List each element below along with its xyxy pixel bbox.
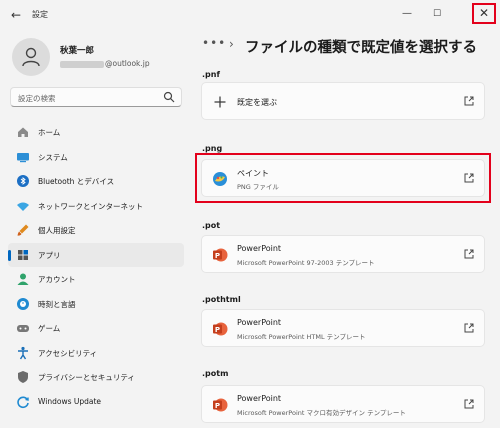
powerpoint-icon: P — [213, 322, 228, 336]
time-language-icon — [17, 297, 29, 310]
extension-label: .png — [202, 144, 223, 153]
external-link-icon — [464, 249, 474, 259]
extension-label: .pothtml — [202, 295, 241, 304]
system-icon — [17, 152, 29, 162]
bluetooth-icon — [17, 175, 29, 187]
sidebar-item-time-language[interactable]: 時刻と言語 — [8, 292, 184, 317]
file-type-description: Microsoft PowerPoint マクロ有効デザイン テンプレート — [237, 409, 406, 417]
personalization-icon — [17, 224, 29, 236]
sidebar-item-apps[interactable]: アプリ — [8, 242, 184, 267]
svg-text:P: P — [215, 326, 220, 334]
file-type-description: Microsoft PowerPoint HTML テンプレート — [237, 333, 366, 341]
search-input[interactable]: 設定の検索 — [10, 87, 182, 107]
sidebar-item-label: アプリ — [38, 250, 61, 260]
window-title: 設定 — [32, 10, 48, 19]
sidebar-item-label: アクセシビリティ — [38, 348, 98, 358]
file-type-description: Microsoft PowerPoint 97-2003 テンプレート — [237, 259, 375, 267]
account-icon — [17, 273, 29, 285]
sidebar-item-label: システム — [38, 152, 68, 162]
sidebar-item-home[interactable]: ホーム — [8, 120, 184, 145]
user-profile: 秋葉一郎 @outlook.jp — [12, 38, 192, 78]
windows-update-icon — [17, 395, 29, 408]
apps-icon — [18, 249, 28, 260]
search-placeholder: 設定の検索 — [18, 94, 56, 103]
sidebar-item-bluetooth[interactable]: Bluetooth とデバイス — [8, 169, 184, 194]
sidebar-item-privacy[interactable]: プライバシーとセキュリティ — [8, 365, 184, 390]
sidebar-item-label: ゲーム — [38, 324, 61, 333]
svg-text:P: P — [215, 252, 220, 260]
avatar[interactable] — [12, 38, 50, 76]
accessibility-icon — [18, 346, 28, 359]
powerpoint-icon: P — [213, 398, 228, 412]
minimize-button[interactable]: — — [396, 4, 418, 24]
back-button[interactable]: ← — [6, 5, 26, 25]
default-app-card-potm[interactable]: P PowerPoint Microsoft PowerPoint マクロ有効デ… — [201, 385, 485, 423]
extension-label: .pot — [202, 221, 221, 230]
app-name: 既定を選ぶ — [237, 98, 277, 107]
gaming-icon — [17, 325, 29, 332]
search-icon — [163, 91, 175, 103]
sidebar-item-label: 個人用設定 — [38, 226, 76, 235]
powerpoint-icon: P — [213, 248, 228, 262]
email-domain: @outlook.jp — [105, 59, 150, 68]
external-link-icon — [464, 399, 474, 409]
app-name: PowerPoint — [237, 394, 282, 403]
extension-label: .potm — [202, 369, 229, 378]
default-app-card-pot[interactable]: P PowerPoint Microsoft PowerPoint 97-200… — [201, 235, 485, 273]
home-icon — [18, 127, 28, 137]
sidebar-item-label: 時刻と言語 — [38, 299, 76, 309]
shield-icon — [18, 371, 28, 383]
extension-label: .pnf — [202, 70, 220, 79]
email-redaction — [60, 60, 104, 68]
close-button[interactable]: ✕ — [472, 3, 496, 24]
external-link-icon — [464, 323, 474, 333]
default-app-card-pothtml[interactable]: P PowerPoint Microsoft PowerPoint HTML テ… — [201, 309, 485, 347]
title-bar: ← 設定 — ☐ ✕ — [0, 0, 500, 30]
app-name: PowerPoint — [237, 244, 282, 253]
sidebar-item-network[interactable]: ネットワークとインターネット — [8, 194, 184, 219]
sidebar-item-label: Bluetooth とデバイス — [38, 177, 115, 186]
user-name: 秋葉一郎 — [60, 46, 95, 56]
sidebar-item-label: Windows Update — [38, 396, 102, 406]
sidebar-item-windows-update[interactable]: Windows Update — [8, 390, 184, 415]
person-icon — [22, 47, 40, 67]
maximize-button[interactable]: ☐ — [426, 4, 448, 24]
sidebar-item-personalization[interactable]: 個人用設定 — [8, 218, 184, 243]
app-name: PowerPoint — [237, 318, 282, 327]
sidebar-item-system[interactable]: システム — [8, 145, 184, 170]
breadcrumb-chevron-icon: › — [229, 37, 234, 51]
plus-icon — [214, 96, 226, 108]
default-app-card-pnf[interactable]: 既定を選ぶ — [201, 82, 485, 120]
sidebar-item-label: アカウント — [38, 275, 76, 284]
sidebar-item-accessibility[interactable]: アクセシビリティ — [8, 341, 184, 366]
svg-text:P: P — [215, 402, 220, 410]
breadcrumb-overflow-button[interactable]: ••• — [202, 36, 226, 50]
sidebar-item-label: プライバシーとセキュリティ — [38, 373, 135, 382]
sidebar-nav: ホーム システム Bluetooth とデバイス ネットワークとインターネット … — [8, 120, 184, 414]
user-email: @outlook.jp — [60, 59, 150, 68]
sidebar-item-gaming[interactable]: ゲーム — [8, 316, 184, 341]
page-title: ファイルの種類で既定値を選択する — [245, 40, 477, 56]
sidebar-item-accounts[interactable]: アカウント — [8, 267, 184, 292]
highlight-box — [195, 153, 491, 203]
external-link-icon — [464, 96, 474, 106]
sidebar-item-label: ネットワークとインターネット — [38, 201, 143, 211]
sidebar-item-label: ホーム — [38, 128, 61, 137]
network-icon — [17, 202, 29, 211]
